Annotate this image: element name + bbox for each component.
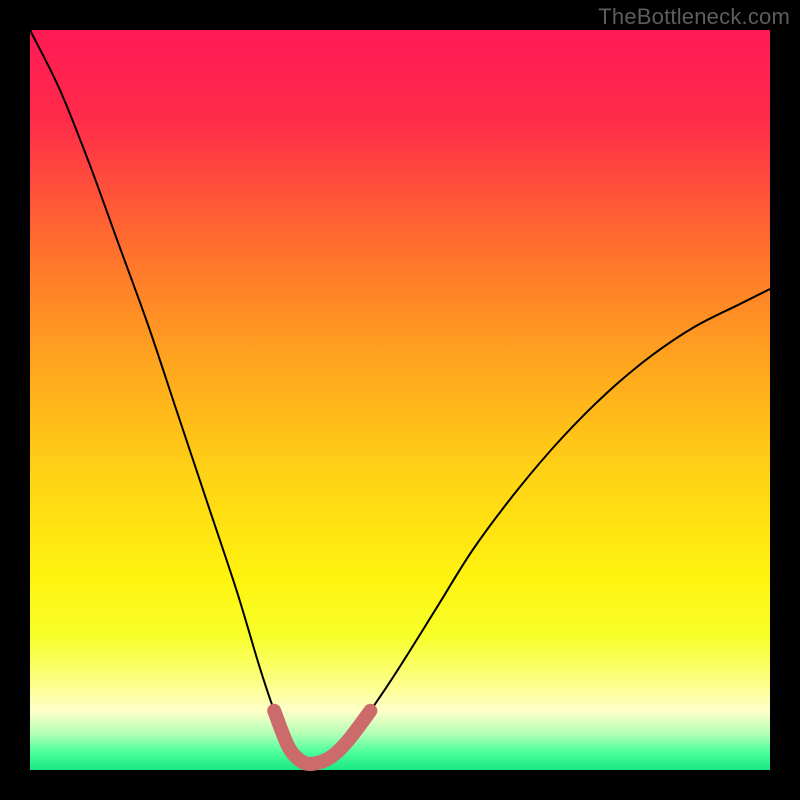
- chart-stage: [0, 0, 800, 800]
- gradient-background: [30, 30, 770, 770]
- watermark-text: TheBottleneck.com: [598, 4, 790, 30]
- bottleneck-chart: [0, 0, 800, 800]
